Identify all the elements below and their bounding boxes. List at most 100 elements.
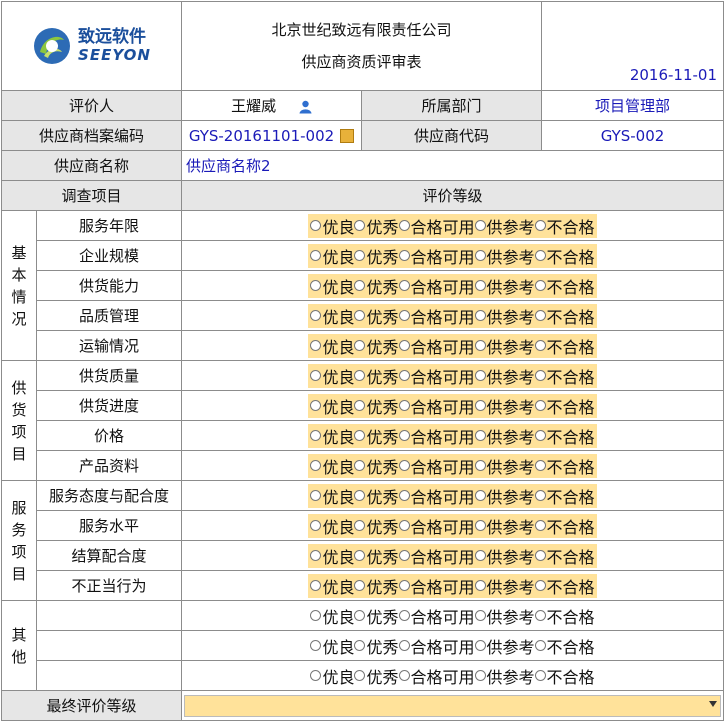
rating-option[interactable]: 优良 (310, 304, 354, 328)
rating-option[interactable]: 合格可用 (398, 574, 475, 598)
rating-option[interactable]: 合格可用 (398, 604, 475, 628)
rating-option[interactable]: 合格可用 (398, 544, 475, 568)
radio-button[interactable] (398, 370, 410, 381)
radio-button[interactable] (310, 550, 322, 561)
radio-button[interactable] (534, 310, 546, 321)
rating-option[interactable]: 优秀 (354, 364, 399, 388)
radio-button[interactable] (354, 310, 366, 321)
rating-option[interactable]: 供参考 (474, 304, 535, 328)
radio-button[interactable] (310, 400, 322, 411)
rating-option[interactable]: 优良 (310, 544, 354, 568)
radio-button[interactable] (474, 370, 486, 381)
radio-button[interactable] (398, 640, 410, 651)
rating-option[interactable]: 合格可用 (398, 514, 475, 538)
rating-option[interactable]: 合格可用 (398, 424, 475, 448)
rating-option[interactable]: 合格可用 (398, 214, 475, 238)
rating-option[interactable]: 不合格 (534, 574, 595, 598)
radio-button[interactable] (354, 670, 366, 681)
radio-button[interactable] (354, 250, 366, 261)
rating-option[interactable]: 合格可用 (398, 454, 475, 478)
radio-button[interactable] (354, 490, 366, 501)
rating-option[interactable]: 供参考 (474, 484, 535, 508)
rating-option[interactable]: 不合格 (534, 484, 595, 508)
radio-button[interactable] (474, 220, 486, 231)
rating-option[interactable]: 优良 (310, 574, 354, 598)
rating-option[interactable]: 供参考 (474, 454, 535, 478)
radio-button[interactable] (354, 340, 366, 351)
rating-option[interactable]: 合格可用 (398, 274, 475, 298)
radio-button[interactable] (398, 520, 410, 531)
radio-button[interactable] (398, 220, 410, 231)
radio-button[interactable] (310, 580, 322, 591)
radio-button[interactable] (354, 400, 366, 411)
radio-button[interactable] (398, 610, 410, 621)
rating-option[interactable]: 合格可用 (398, 634, 475, 658)
rating-option[interactable]: 不合格 (534, 334, 595, 358)
rating-option[interactable]: 优良 (310, 514, 354, 538)
rating-option[interactable]: 优秀 (354, 484, 399, 508)
radio-button[interactable] (474, 430, 486, 441)
rating-option[interactable]: 供参考 (474, 664, 535, 688)
radio-button[interactable] (310, 280, 322, 291)
rating-option[interactable]: 合格可用 (398, 304, 475, 328)
rating-option[interactable]: 合格可用 (398, 244, 475, 268)
rating-option[interactable]: 供参考 (474, 424, 535, 448)
rating-option[interactable]: 优秀 (354, 394, 399, 418)
radio-button[interactable] (534, 490, 546, 501)
radio-button[interactable] (398, 340, 410, 351)
radio-button[interactable] (534, 250, 546, 261)
rating-option[interactable]: 优秀 (354, 574, 399, 598)
rating-option[interactable]: 优秀 (354, 514, 399, 538)
rating-option[interactable]: 供参考 (474, 274, 535, 298)
radio-button[interactable] (534, 220, 546, 231)
rating-option[interactable]: 优良 (310, 334, 354, 358)
radio-button[interactable] (474, 400, 486, 411)
rating-option[interactable]: 供参考 (474, 604, 535, 628)
radio-button[interactable] (474, 670, 486, 681)
user-picker-icon[interactable] (299, 100, 312, 114)
radio-button[interactable] (310, 520, 322, 531)
rating-option[interactable]: 不合格 (534, 244, 595, 268)
rating-option[interactable]: 优良 (310, 604, 354, 628)
radio-button[interactable] (398, 490, 410, 501)
radio-button[interactable] (354, 280, 366, 291)
radio-button[interactable] (310, 610, 322, 621)
rating-option[interactable]: 优秀 (354, 304, 399, 328)
radio-button[interactable] (354, 520, 366, 531)
radio-button[interactable] (474, 610, 486, 621)
radio-button[interactable] (310, 460, 322, 471)
rating-option[interactable]: 优良 (310, 274, 354, 298)
dropdown-arrow-icon[interactable] (709, 700, 718, 707)
radio-button[interactable] (398, 550, 410, 561)
evaluator-field[interactable]: 王耀威 (181, 90, 362, 121)
rating-option[interactable]: 优良 (310, 424, 354, 448)
rating-option[interactable]: 优良 (310, 364, 354, 388)
radio-button[interactable] (534, 460, 546, 471)
rating-option[interactable]: 优秀 (354, 214, 399, 238)
radio-button[interactable] (534, 640, 546, 651)
rating-option[interactable]: 供参考 (474, 574, 535, 598)
radio-button[interactable] (398, 400, 410, 411)
radio-button[interactable] (474, 310, 486, 321)
radio-button[interactable] (354, 430, 366, 441)
radio-button[interactable] (310, 670, 322, 681)
radio-button[interactable] (398, 280, 410, 291)
rating-option[interactable]: 不合格 (534, 364, 595, 388)
rating-option[interactable]: 不合格 (534, 634, 595, 658)
radio-button[interactable] (354, 550, 366, 561)
radio-button[interactable] (534, 370, 546, 381)
rating-option[interactable]: 优良 (310, 454, 354, 478)
supplier-code-value[interactable]: GYS-002 (541, 120, 724, 151)
rating-option[interactable]: 优良 (310, 214, 354, 238)
rating-option[interactable]: 不合格 (534, 544, 595, 568)
rating-option[interactable]: 供参考 (474, 334, 535, 358)
rating-option[interactable]: 优良 (310, 394, 354, 418)
radio-button[interactable] (534, 520, 546, 531)
radio-button[interactable] (354, 220, 366, 231)
radio-button[interactable] (398, 310, 410, 321)
rating-option[interactable]: 供参考 (474, 394, 535, 418)
rating-option[interactable]: 供参考 (474, 244, 535, 268)
rating-option[interactable]: 优秀 (354, 634, 399, 658)
rating-option[interactable]: 优秀 (354, 664, 399, 688)
radio-button[interactable] (354, 610, 366, 621)
